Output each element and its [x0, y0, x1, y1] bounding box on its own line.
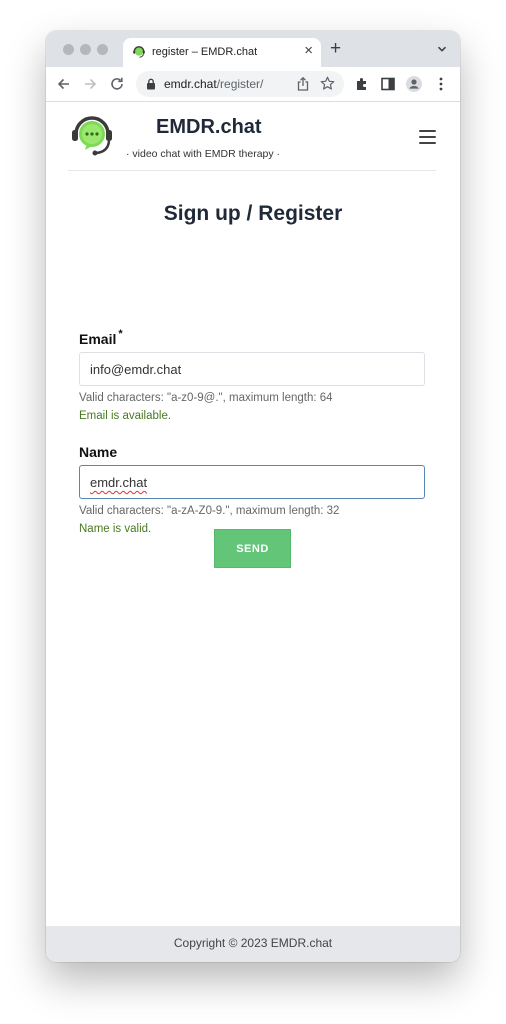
hamburger-line	[419, 142, 436, 144]
reload-icon[interactable]	[108, 75, 126, 93]
star-icon[interactable]	[320, 76, 335, 91]
minimize-window-dot[interactable]	[80, 44, 91, 55]
email-hint: Valid characters: "a-z0-9@.", maximum le…	[79, 392, 333, 404]
tab-title: register – EMDR.chat	[152, 46, 258, 58]
url-text[interactable]: emdr.chat/register/	[164, 77, 263, 91]
close-window-dot[interactable]	[63, 44, 74, 55]
hamburger-line	[419, 130, 436, 132]
forward-icon[interactable]	[81, 75, 99, 93]
zoom-window-dot[interactable]	[97, 44, 108, 55]
favicon-icon	[133, 46, 145, 58]
email-value: info@emdr.chat	[90, 362, 182, 377]
name-label: Name	[79, 444, 117, 460]
name-hint: Valid characters: "a-zA-Z0-9.", maximum …	[79, 505, 340, 517]
profile-icon[interactable]	[405, 75, 423, 93]
extensions-icon[interactable]	[353, 75, 371, 93]
site-tagline: · video chat with EMDR therapy ·	[126, 148, 281, 160]
site-title[interactable]: EMDR.chat	[156, 116, 262, 139]
name-value: emdr.chat	[90, 475, 148, 490]
footer: Copyright © 2023 EMDR.chat	[46, 926, 460, 962]
header-divider	[68, 170, 436, 171]
name-field[interactable]: emdr.chat	[79, 465, 425, 499]
tab-strip: register – EMDR.chat × +	[46, 31, 460, 67]
url-path: /register/	[216, 77, 264, 91]
share-icon[interactable]	[296, 76, 310, 92]
email-label-text: Email	[79, 331, 117, 347]
address-bar[interactable]: emdr.chat/register/	[136, 71, 344, 97]
browser-toolbar: emdr.chat/register/	[46, 67, 460, 102]
side-panel-icon[interactable]	[379, 75, 397, 93]
hamburger-line	[419, 136, 436, 138]
web-page: EMDR.chat · video chat with EMDR therapy…	[46, 102, 460, 926]
required-marker: *	[118, 328, 123, 340]
close-tab-icon[interactable]: ×	[304, 43, 313, 59]
chevron-down-icon[interactable]	[436, 43, 448, 55]
tab-register[interactable]: register – EMDR.chat ×	[123, 38, 321, 67]
new-tab-icon[interactable]: +	[330, 39, 341, 59]
email-field[interactable]: info@emdr.chat	[79, 352, 425, 386]
send-button[interactable]: SEND	[214, 529, 291, 568]
browser-window: register – EMDR.chat × + emdr.chat/regis…	[46, 31, 460, 962]
url-host: emdr.chat	[164, 77, 217, 91]
email-label: Email *	[79, 328, 123, 347]
name-status: Name is valid.	[79, 523, 152, 535]
lock-icon[interactable]	[146, 78, 156, 90]
copyright-text: Copyright © 2023 EMDR.chat	[173, 936, 333, 950]
more-icon[interactable]	[432, 75, 450, 93]
hamburger-icon[interactable]	[419, 130, 436, 144]
page-title: Sign up / Register	[163, 202, 343, 225]
email-status: Email is available.	[79, 410, 172, 422]
back-icon[interactable]	[55, 75, 73, 93]
name-label-text: Name	[79, 444, 118, 460]
logo-icon[interactable]	[69, 114, 115, 158]
